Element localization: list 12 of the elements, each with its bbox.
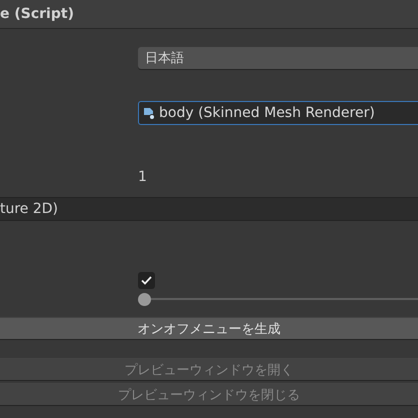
renderer-field[interactable]: body (Skinned Mesh Renderer) (138, 101, 418, 125)
slider-thumb[interactable] (138, 292, 151, 306)
header-title: e (Script) (0, 6, 74, 22)
section-title: ture 2D) (0, 201, 58, 217)
mesh-renderer-icon (143, 106, 156, 120)
count-value: 1 (138, 169, 147, 185)
checkbox[interactable] (138, 272, 155, 289)
slider[interactable] (138, 292, 418, 306)
check-icon (141, 276, 152, 285)
action-button[interactable]: オンオフメニューを生成 (0, 317, 418, 340)
renderer-name: body (Skinned Mesh Renderer) (159, 105, 375, 121)
language-dropdown[interactable]: 日本語 (138, 47, 418, 69)
